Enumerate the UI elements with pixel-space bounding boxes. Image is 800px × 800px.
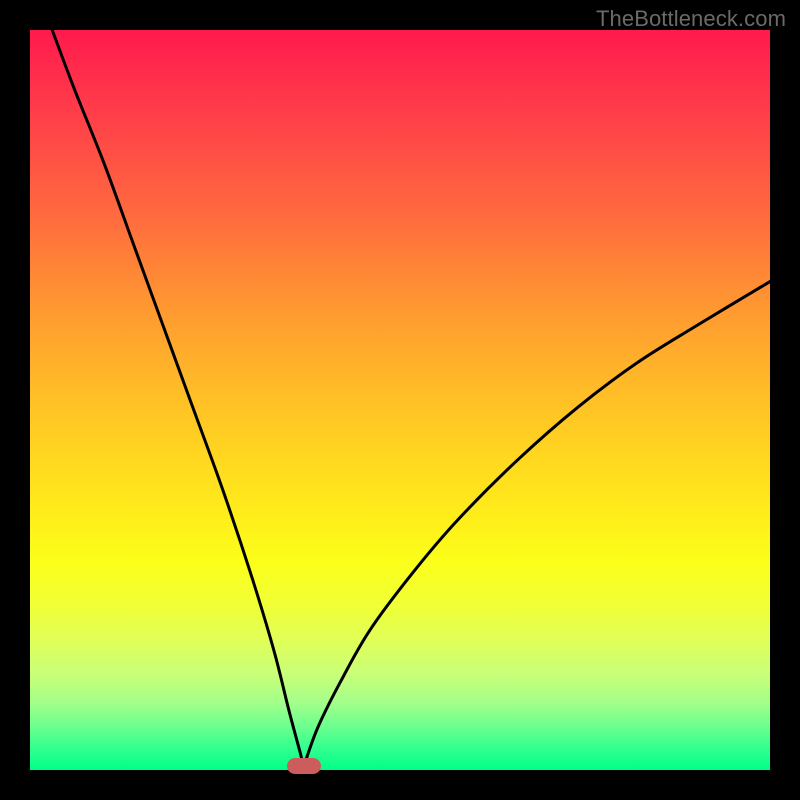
chart-frame: TheBottleneck.com [0,0,800,800]
bottleneck-curve [52,30,770,766]
plot-area [30,30,770,770]
watermark-text: TheBottleneck.com [596,6,786,32]
min-marker [287,758,321,774]
curve-layer [30,30,770,770]
